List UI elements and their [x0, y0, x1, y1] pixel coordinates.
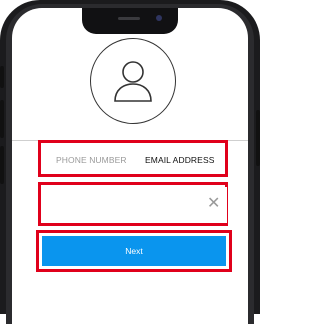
email-field-container: ✕ — [38, 182, 228, 226]
phone-volume-down — [0, 146, 4, 184]
login-method-tabs: PHONE NUMBER EMAIL ADDRESS — [38, 140, 228, 177]
phone-mute-switch — [0, 66, 4, 88]
phone-volume-up — [0, 100, 4, 138]
close-icon[interactable]: ✕ — [207, 192, 220, 216]
phone-notch — [82, 8, 178, 34]
phone-power-button — [256, 110, 260, 166]
user-icon — [114, 61, 152, 102]
next-button-container: Next — [36, 230, 232, 272]
email-field[interactable] — [43, 187, 227, 223]
next-button[interactable]: Next — [42, 236, 226, 266]
speaker-grille — [118, 17, 140, 20]
tab-email-address[interactable]: EMAIL ADDRESS — [145, 155, 214, 165]
tab-phone-number[interactable]: PHONE NUMBER — [56, 155, 127, 165]
front-camera — [156, 15, 162, 21]
avatar — [90, 38, 176, 124]
